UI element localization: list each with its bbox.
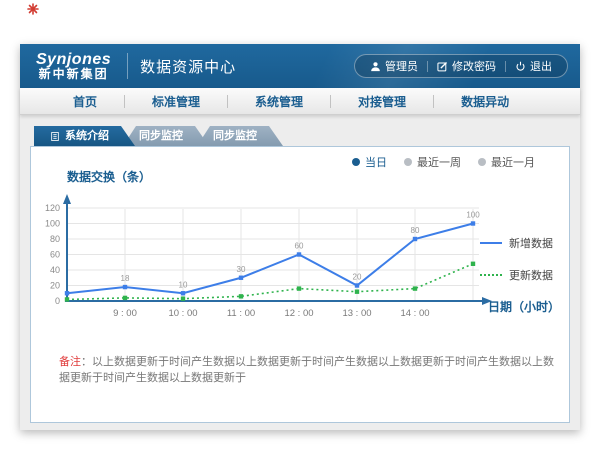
brand-logo: Synjones 新中新集团 xyxy=(36,51,111,82)
legend-label: 更新数据 xyxy=(509,267,553,283)
svg-text:30: 30 xyxy=(237,265,246,274)
user-icon xyxy=(370,61,381,72)
tab-label: 同步监控 xyxy=(139,126,183,146)
svg-text:100: 100 xyxy=(45,219,60,229)
nav-item-system-mgmt[interactable]: 系统管理 xyxy=(228,93,330,110)
svg-text:日期（小时）: 日期（小时） xyxy=(488,299,560,314)
radio-last-month[interactable]: 最近一月 xyxy=(478,154,535,170)
svg-text:120: 120 xyxy=(45,203,60,213)
time-range-filter: 当日 最近一周 最近一月 xyxy=(352,154,535,170)
footnote-text: ：以上数据更新于时间产生数据以上数据更新于时间产生数据以上数据更新于时间产生数据… xyxy=(59,356,554,384)
user-menu-admin[interactable]: 管理员 xyxy=(361,58,427,74)
nav-item-standard-mgmt[interactable]: 标准管理 xyxy=(125,93,227,110)
radio-label: 最近一月 xyxy=(491,154,535,170)
footnote: 备注：以上数据更新于时间产生数据以上数据更新于时间产生数据以上数据更新于时间产生… xyxy=(59,353,555,385)
radio-last-week[interactable]: 最近一周 xyxy=(404,154,461,170)
svg-text:80: 80 xyxy=(411,226,420,235)
tab-label: 同步监控 xyxy=(213,126,257,146)
chart-panel: 当日 最近一周 最近一月 数据交换（条） 0 20 40 60 80 100 120 9 : … xyxy=(30,146,570,423)
document-icon xyxy=(50,131,60,142)
tab-bar: 系统介绍 同步监控 同步监控 xyxy=(34,126,580,146)
svg-text:9 : 00: 9 : 00 xyxy=(113,308,137,319)
dotted-line-swatch-icon xyxy=(480,274,502,276)
user-name-label: 管理员 xyxy=(385,58,418,74)
svg-text:60: 60 xyxy=(50,250,60,260)
svg-text:80: 80 xyxy=(50,234,60,244)
svg-text:20: 20 xyxy=(353,273,362,282)
header-divider xyxy=(127,53,128,79)
logout-label: 退出 xyxy=(530,58,552,74)
user-bar: 管理员 修改密码 退出 xyxy=(354,54,568,78)
legend-label: 新增数据 xyxy=(509,235,553,251)
logout-button[interactable]: 退出 xyxy=(506,58,561,74)
page-logo-mark xyxy=(27,3,39,15)
radio-dot-icon xyxy=(404,158,412,166)
svg-text:12 : 00: 12 : 00 xyxy=(284,308,313,319)
header: Synjones 新中新集团 数据资源中心 管理员 修改密码 xyxy=(20,44,580,88)
svg-text:10: 10 xyxy=(179,280,188,289)
radio-today[interactable]: 当日 xyxy=(352,154,387,170)
radio-dot-icon xyxy=(352,158,360,166)
change-password-button[interactable]: 修改密码 xyxy=(428,58,505,74)
radio-label: 最近一周 xyxy=(417,154,461,170)
content-area: 系统介绍 同步监控 同步监控 当日 最近一周 xyxy=(20,115,580,429)
svg-text:60: 60 xyxy=(295,242,304,251)
chart-legend: 新增数据 更新数据 xyxy=(480,235,553,299)
svg-text:100: 100 xyxy=(466,211,480,220)
solid-line-swatch-icon xyxy=(480,242,502,244)
tab-sync-monitor-1[interactable]: 同步监控 xyxy=(123,126,209,146)
svg-text:13 : 00: 13 : 00 xyxy=(342,308,371,319)
brand-logo-cn: 新中新集团 xyxy=(36,68,111,81)
nav-item-interface-mgmt[interactable]: 对接管理 xyxy=(331,93,433,110)
svg-text:0: 0 xyxy=(55,296,60,306)
page: Synjones 新中新集团 数据资源中心 管理员 修改密码 xyxy=(0,0,600,450)
brand-logo-text: Synjones xyxy=(36,51,111,69)
tab-label: 系统介绍 xyxy=(65,126,109,146)
svg-text:18: 18 xyxy=(121,274,130,283)
nav-item-home[interactable]: 首页 xyxy=(46,93,124,110)
y-axis-title: 数据交换（条） xyxy=(67,168,151,185)
legend-item-new-data: 新增数据 xyxy=(480,235,553,251)
nav-item-data-change[interactable]: 数据异动 xyxy=(434,93,536,110)
app-window: Synjones 新中新集团 数据资源中心 管理员 修改密码 xyxy=(20,44,580,430)
main-nav: 首页 标准管理 系统管理 对接管理 数据异动 xyxy=(20,88,580,115)
change-password-label: 修改密码 xyxy=(452,58,496,74)
footnote-label: 备注 xyxy=(59,356,81,368)
app-title: 数据资源中心 xyxy=(140,56,236,77)
svg-text:14 : 00: 14 : 00 xyxy=(400,308,429,319)
radio-label: 当日 xyxy=(365,154,387,170)
tab-sync-monitor-2[interactable]: 同步监控 xyxy=(197,126,283,146)
svg-text:20: 20 xyxy=(50,281,60,291)
power-icon xyxy=(515,61,526,72)
svg-text:10 : 00: 10 : 00 xyxy=(168,308,197,319)
legend-item-updated-data: 更新数据 xyxy=(480,267,553,283)
tab-system-intro[interactable]: 系统介绍 xyxy=(34,126,135,146)
edit-icon xyxy=(437,61,448,72)
radio-dot-icon xyxy=(478,158,486,166)
svg-text:40: 40 xyxy=(50,265,60,275)
svg-text:11 : 00: 11 : 00 xyxy=(227,308,255,319)
